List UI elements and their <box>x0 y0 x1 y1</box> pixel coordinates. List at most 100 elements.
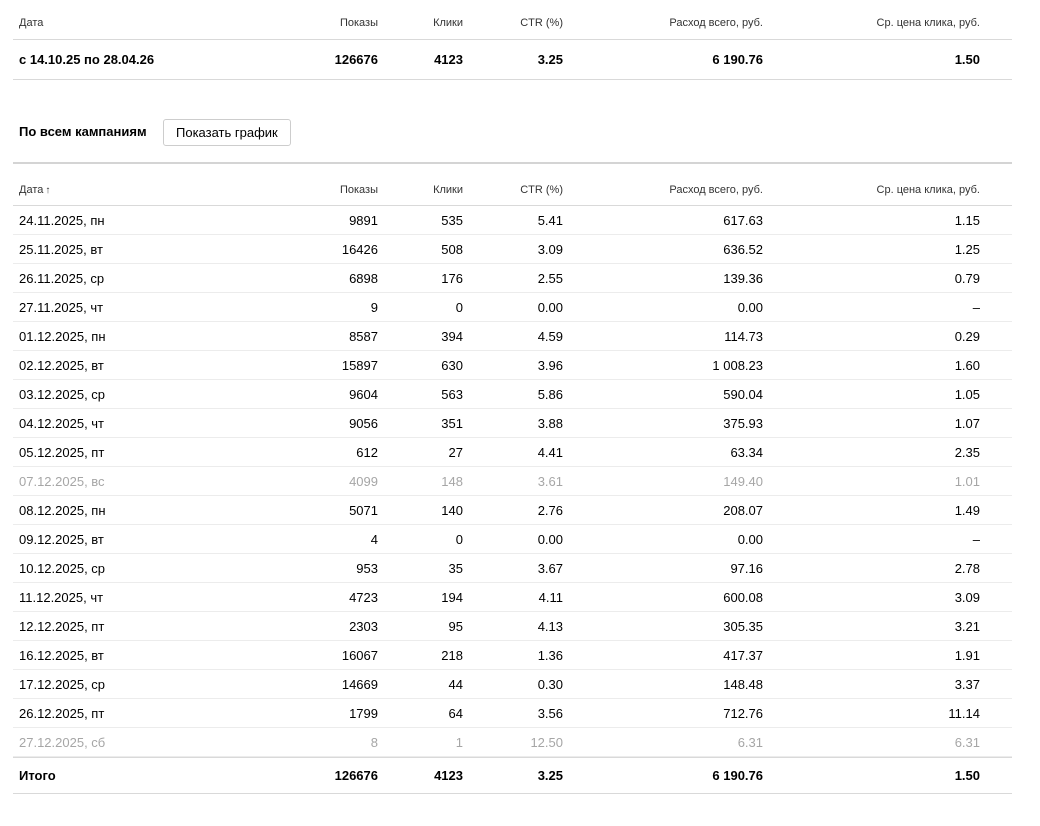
cell-avg-click-price: 1.15 <box>954 213 980 228</box>
cell-cost: 417.37 <box>723 648 763 663</box>
summary-ctr: 3.25 <box>537 52 563 67</box>
table-row: 01.12.2025, пн 8587 394 4.59 114.73 0.29 <box>13 322 1012 351</box>
cell-ctr: 5.86 <box>537 387 563 402</box>
summary-total-row: с 14.10.25 по 28.04.26 126676 4123 3.25 … <box>13 40 1012 80</box>
cell-clicks: 148 <box>441 474 463 489</box>
summary-cost: 6 190.76 <box>712 52 763 67</box>
table-row: 24.11.2025, пн 9891 535 5.41 617.63 1.15 <box>13 206 1012 235</box>
total-cost: 6 190.76 <box>712 768 763 783</box>
col-header-date[interactable]: Дата <box>19 8 43 39</box>
cell-date: 09.12.2025, вт <box>19 532 104 547</box>
cell-shows: 4723 <box>349 590 378 605</box>
cell-clicks: 508 <box>441 242 463 257</box>
col-header-avg-click-price[interactable]: Ср. цена клика, руб. <box>877 8 980 39</box>
cell-cost: 617.63 <box>723 213 763 228</box>
cell-ctr: 0.00 <box>537 532 563 547</box>
cell-ctr: 4.13 <box>537 619 563 634</box>
cell-avg-click-price: 2.78 <box>954 561 980 576</box>
cell-date: 10.12.2025, ср <box>19 561 106 576</box>
cell-cost: 63.34 <box>730 445 763 460</box>
cell-clicks: 630 <box>441 358 463 373</box>
show-chart-button[interactable]: Показать график <box>163 119 291 146</box>
cell-clicks: 176 <box>441 271 463 286</box>
col-header-shows[interactable]: Показы <box>340 176 378 205</box>
cell-date: 12.12.2025, пт <box>19 619 105 634</box>
col-header-ctr[interactable]: CTR (%) <box>520 8 563 39</box>
cell-shows: 4 <box>370 532 378 547</box>
summary-avg-click-price: 1.50 <box>954 52 980 67</box>
cell-cost: 1 008.23 <box>712 358 763 373</box>
cell-clicks: 140 <box>441 503 463 518</box>
cell-ctr: 4.59 <box>537 329 563 344</box>
cell-cost: 6.31 <box>737 735 763 750</box>
table-row: 08.12.2025, пн 5071 140 2.76 208.07 1.49 <box>13 496 1012 525</box>
cell-cost: 0.00 <box>737 532 763 547</box>
table-row: 03.12.2025, ср 9604 563 5.86 590.04 1.05 <box>13 380 1012 409</box>
cell-avg-click-price: 2.35 <box>954 445 980 460</box>
col-header-cost[interactable]: Расход всего, руб. <box>669 8 763 39</box>
cell-shows: 5071 <box>349 503 378 518</box>
table-row: 26.12.2025, пт 1799 64 3.56 712.76 11.14 <box>13 699 1012 728</box>
table-row: 16.12.2025, вт 16067 218 1.36 417.37 1.91 <box>13 641 1012 670</box>
cell-shows: 8587 <box>349 329 378 344</box>
table-row: 07.12.2025, вс 4099 148 3.61 149.40 1.01 <box>13 467 1012 496</box>
cell-avg-click-price: 1.91 <box>954 648 980 663</box>
daily-header-row: Дата ↑ Показы Клики CTR (%) Расход всего,… <box>13 176 1012 206</box>
cell-avg-click-price: 0.79 <box>954 271 980 286</box>
cell-date: 17.12.2025, ср <box>19 677 106 692</box>
col-header-clicks[interactable]: Клики <box>433 176 463 205</box>
cell-cost: 590.04 <box>723 387 763 402</box>
cell-clicks: 394 <box>441 329 463 344</box>
col-header-date-sortable[interactable]: Дата ↑ <box>19 176 50 205</box>
col-header-ctr[interactable]: CTR (%) <box>520 176 563 205</box>
cell-date: 05.12.2025, пт <box>19 445 105 460</box>
campaigns-title: По всем кампаниям <box>19 124 147 139</box>
cell-cost: 208.07 <box>723 503 763 518</box>
cell-date: 11.12.2025, чт <box>19 590 104 605</box>
cell-date: 25.11.2025, вт <box>19 242 103 257</box>
cell-date: 27.12.2025, сб <box>19 735 106 750</box>
cell-shows: 16067 <box>341 648 378 663</box>
cell-date: 07.12.2025, вс <box>19 474 105 489</box>
daily-rows: 24.11.2025, пн 9891 535 5.41 617.63 1.15 25.11… <box>13 206 1012 757</box>
cell-avg-click-price: – <box>972 532 980 547</box>
cell-avg-click-price: 3.37 <box>954 677 980 692</box>
cell-clicks: 0 <box>455 300 463 315</box>
cell-avg-click-price: 1.49 <box>954 503 980 518</box>
cell-date: 01.12.2025, пн <box>19 329 106 344</box>
table-row: 05.12.2025, пт 612 27 4.41 63.34 2.35 <box>13 438 1012 467</box>
total-ctr: 3.25 <box>537 768 563 783</box>
total-clicks: 4123 <box>434 768 463 783</box>
summary-clicks: 4123 <box>434 52 463 67</box>
sort-ascending-icon: ↑ <box>45 185 51 196</box>
cell-ctr: 3.56 <box>537 706 563 721</box>
cell-clicks: 194 <box>441 590 463 605</box>
cell-cost: 0.00 <box>737 300 763 315</box>
col-header-clicks[interactable]: Клики <box>433 8 463 39</box>
col-header-shows[interactable]: Показы <box>340 8 378 39</box>
cell-cost: 712.76 <box>723 706 763 721</box>
daily-total-row: Итого 126676 4123 3.25 6 190.76 1.50 <box>13 757 1012 794</box>
cell-clicks: 35 <box>448 561 463 576</box>
campaigns-toolbar: По всем кампаниям Показать график <box>13 118 1012 164</box>
col-header-cost[interactable]: Расход всего, руб. <box>669 176 763 205</box>
cell-date: 27.11.2025, чт <box>19 300 104 315</box>
cell-avg-click-price: 1.60 <box>954 358 980 373</box>
summary-header-row: Дата Показы Клики CTR (%) Расход всего, … <box>13 8 1012 40</box>
cell-clicks: 535 <box>441 213 463 228</box>
cell-clicks: 0 <box>455 532 463 547</box>
cell-cost: 149.40 <box>723 474 763 489</box>
cell-cost: 375.93 <box>723 416 763 431</box>
cell-clicks: 218 <box>441 648 463 663</box>
summary-table: Дата Показы Клики CTR (%) Расход всего, … <box>13 8 1012 80</box>
col-header-avg-click-price[interactable]: Ср. цена клика, руб. <box>877 176 980 205</box>
cell-date: 16.12.2025, вт <box>19 648 104 663</box>
table-row: 17.12.2025, ср 14669 44 0.30 148.48 3.37 <box>13 670 1012 699</box>
cell-clicks: 27 <box>448 445 463 460</box>
cell-shows: 9 <box>370 300 378 315</box>
cell-avg-click-price: 1.05 <box>954 387 980 402</box>
cell-shows: 9056 <box>349 416 378 431</box>
summary-period: с 14.10.25 по 28.04.26 <box>19 52 155 67</box>
cell-ctr: 0.30 <box>537 677 563 692</box>
cell-clicks: 1 <box>455 735 463 750</box>
